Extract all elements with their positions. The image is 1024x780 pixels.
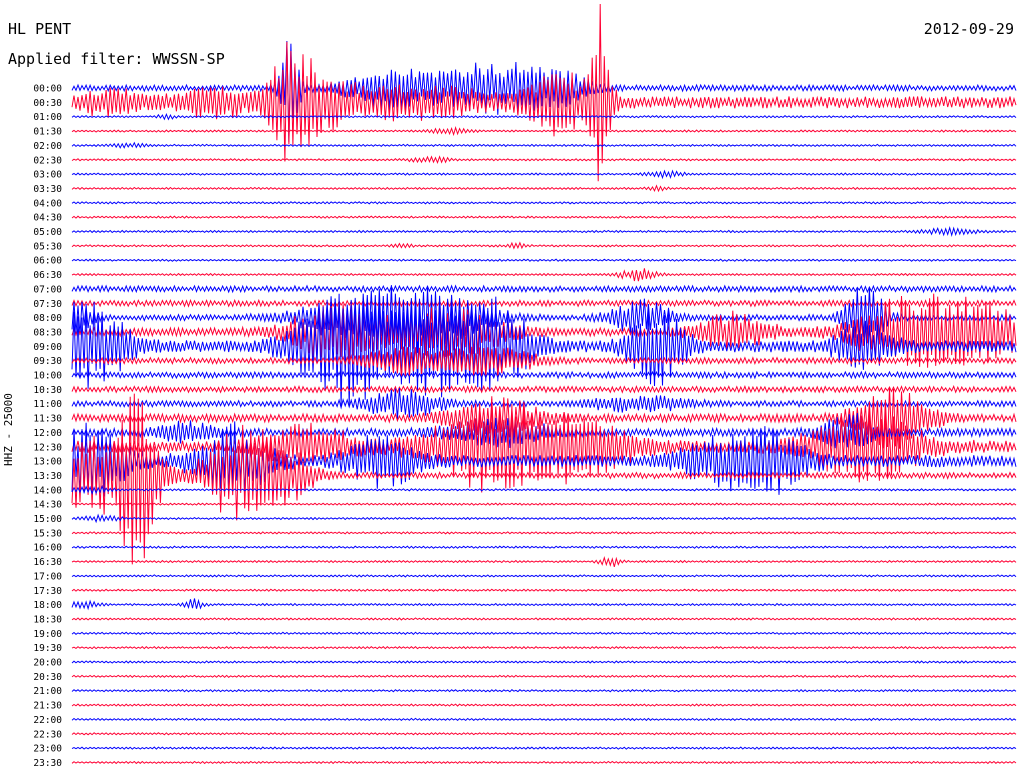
row-label-1930: 19:30 <box>33 643 62 654</box>
trace-1530 <box>71 531 1017 535</box>
row-label-2000: 20:00 <box>33 658 62 669</box>
row-label-0200: 02:00 <box>33 141 62 152</box>
trace-2100 <box>71 689 1017 693</box>
row-label-0630: 06:30 <box>33 270 62 281</box>
trace-0400 <box>71 201 1017 205</box>
trace-1830 <box>71 617 1017 621</box>
trace-0000 <box>71 40 1017 143</box>
trace-0500 <box>71 225 1017 237</box>
row-label-1730: 17:30 <box>33 586 62 597</box>
row-label-0130: 01:30 <box>33 127 62 138</box>
row-label-0900: 09:00 <box>33 342 62 353</box>
row-label-2030: 20:30 <box>33 672 62 683</box>
trace-1800 <box>71 598 1017 611</box>
trace-1630 <box>71 555 1017 568</box>
row-label-0600: 06:00 <box>33 256 62 267</box>
row-label-2200: 22:00 <box>33 715 62 726</box>
trace-2130 <box>71 703 1017 707</box>
row-label-0730: 07:30 <box>33 299 62 310</box>
row-label-0930: 09:30 <box>33 356 62 367</box>
trace-2330 <box>71 760 1017 765</box>
row-label-0400: 04:00 <box>33 198 62 209</box>
trace-0100 <box>71 112 1017 121</box>
row-label-1500: 15:00 <box>33 514 62 525</box>
row-label-0830: 08:30 <box>33 327 62 338</box>
row-label-0100: 01:00 <box>33 112 62 123</box>
trace-1900 <box>71 631 1017 635</box>
row-label-1000: 10:00 <box>33 371 62 382</box>
trace-1730 <box>71 588 1017 592</box>
trace-1500 <box>71 513 1017 524</box>
row-label-1200: 12:00 <box>33 428 62 439</box>
row-label-1530: 15:30 <box>33 528 62 539</box>
trace-1030 <box>71 384 1017 394</box>
row-label-0800: 08:00 <box>33 313 62 324</box>
row-label-0430: 04:30 <box>33 213 62 224</box>
trace-0130 <box>71 126 1017 137</box>
row-label-1030: 10:30 <box>33 385 62 396</box>
trace-0300 <box>71 169 1017 180</box>
row-label-2300: 23:00 <box>33 744 62 755</box>
row-label-0530: 05:30 <box>33 241 62 252</box>
trace-1400 <box>71 484 1017 496</box>
row-label-1100: 11:00 <box>33 399 62 410</box>
trace-0330 <box>71 184 1017 193</box>
row-label-1600: 16:00 <box>33 543 62 554</box>
row-label-1830: 18:30 <box>33 614 62 625</box>
row-label-0230: 02:30 <box>33 155 62 166</box>
row-label-0030: 00:30 <box>33 98 62 109</box>
row-label-0700: 07:00 <box>33 284 62 295</box>
row-label-0330: 03:30 <box>33 184 62 195</box>
row-label-1700: 17:00 <box>33 571 62 582</box>
row-label-1400: 14:00 <box>33 485 62 496</box>
row-label-1130: 11:30 <box>33 414 62 425</box>
trace-1600 <box>71 545 1017 549</box>
row-label-1630: 16:30 <box>33 557 62 568</box>
trace-0600 <box>71 258 1017 262</box>
trace-2200 <box>71 717 1017 722</box>
row-label-1800: 18:00 <box>33 600 62 611</box>
trace-1700 <box>71 574 1017 578</box>
row-label-1330: 13:30 <box>33 471 62 482</box>
trace-1430 <box>71 502 1017 506</box>
trace-2030 <box>71 674 1017 678</box>
row-label-0000: 00:00 <box>33 84 62 95</box>
trace-2000 <box>71 660 1017 664</box>
trace-0700 <box>71 284 1017 294</box>
row-label-1430: 14:30 <box>33 500 62 511</box>
row-label-1230: 12:30 <box>33 442 62 453</box>
row-label-2100: 21:00 <box>33 686 62 697</box>
trace-0200 <box>71 141 1017 149</box>
trace-1130 <box>71 387 1017 449</box>
row-label-2130: 21:30 <box>33 701 62 712</box>
row-label-2330: 23:30 <box>33 758 62 769</box>
row-label-0300: 03:00 <box>33 170 62 181</box>
row-label-0500: 05:00 <box>33 227 62 238</box>
trace-0630 <box>71 268 1017 282</box>
helicorder-plot: 00:00 00:30 01:00 01:30 02:00 02:30 03:00 03:30… <box>33 3 1017 769</box>
trace-0030 <box>71 3 1017 182</box>
row-labels: 00:00 00:30 01:00 01:30 02:00 02:30 03:00 03:30… <box>33 84 62 769</box>
traces <box>71 3 1017 765</box>
trace-0230 <box>71 155 1017 164</box>
row-label-1900: 19:00 <box>33 629 62 640</box>
trace-2300 <box>71 746 1017 750</box>
trace-2230 <box>71 732 1017 736</box>
trace-1000 <box>71 370 1017 380</box>
trace-0430 <box>71 215 1017 219</box>
row-label-1300: 13:00 <box>33 457 62 468</box>
row-label-2230: 22:30 <box>33 729 62 740</box>
trace-0530 <box>71 241 1017 250</box>
trace-1930 <box>71 646 1017 650</box>
